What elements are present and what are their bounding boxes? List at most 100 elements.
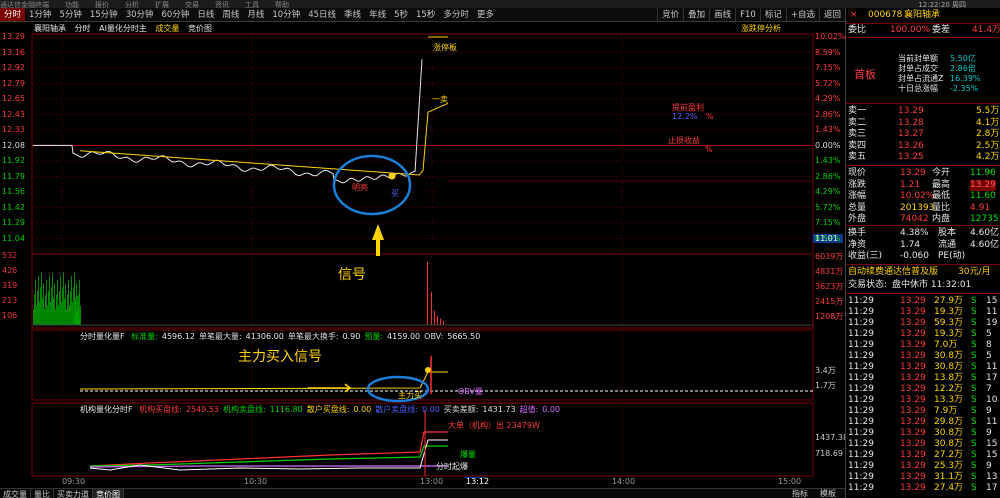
bottom-right-button[interactable]: 指标 — [792, 488, 808, 498]
volume-bar — [74, 317, 75, 325]
explode-mark: 爆量 — [460, 450, 476, 459]
bottom-indicator-tabs: 成交量 量比 买卖力道 竞价图 — [0, 488, 845, 498]
tick-time: 11:29 — [848, 329, 874, 339]
tick-count: 17 — [986, 373, 998, 383]
buy-mark: 买 — [391, 189, 399, 198]
wei-cha-label: 委差 — [932, 25, 951, 35]
tick-volume: 19.3万 — [934, 329, 964, 339]
time-tick: 13:00 — [420, 477, 444, 486]
volume-bar — [63, 272, 64, 325]
tick-volume: 13.8万 — [934, 373, 964, 383]
volume-bar — [80, 305, 81, 325]
tick-price: 13.29 — [900, 351, 926, 361]
price-tick-left: 11.92 — [2, 156, 25, 165]
volume-tick-left: 106 — [2, 311, 18, 320]
panel2-dot — [425, 367, 431, 373]
panel2-field-label: OBV: — [424, 332, 444, 341]
pct-tick-right: 4.29% — [815, 94, 841, 103]
price-tick-left: 12.79 — [2, 78, 25, 88]
stat-row: 涨幅 10.02% 最低 11.60 — [846, 191, 1000, 202]
price-tick-left: 13.16 — [2, 47, 25, 57]
limit-board-mark: 涨停板 — [433, 43, 457, 52]
tick-row: 11:29 13.29 13.3万 S 10 — [846, 395, 1000, 406]
volume-tick-right: 3623万 — [815, 282, 844, 291]
sell-row[interactable]: 卖三 13.27 2.8万 — [846, 129, 1000, 140]
tick-time: 11:29 — [848, 373, 874, 383]
price-line — [33, 59, 423, 184]
bottom-tab[interactable]: 成交量 — [0, 489, 31, 498]
panel3-field-value: 2549.53 — [185, 405, 219, 414]
volume-bar — [434, 310, 435, 325]
sell-volume: 4.1万 — [976, 117, 1000, 128]
quote-stock-name: 襄阳轴承 — [904, 10, 941, 20]
tick-time: 11:29 — [848, 351, 874, 361]
tick-price: 13.29 — [900, 417, 926, 427]
panel3-field-label: 买卖差额: — [443, 405, 479, 414]
tick-price: 13.29 — [900, 428, 926, 438]
price-tick-left: 11.42 — [2, 202, 25, 212]
tick-direction: S — [971, 351, 977, 361]
tick-count: 10 — [986, 395, 998, 405]
ad-text[interactable]: 自动续费通达信普及版 — [848, 267, 938, 278]
price-cursor-value: 11.01 — [815, 234, 838, 243]
sell-row[interactable]: 卖二 13.28 4.1万 — [846, 118, 1000, 129]
seal-info-label: 十日总涨幅 — [898, 84, 938, 93]
tick-price: 13.29 — [900, 362, 926, 372]
sell-volume: 5.5万 — [976, 106, 1000, 116]
tick-price: 13.29 — [900, 340, 926, 350]
tick-time: 11:29 — [848, 461, 874, 471]
seal-info-row: 十日总涨幅 -2.35% — [846, 83, 1000, 94]
price-tick-left: 12.92 — [2, 63, 25, 72]
panel2-field-label: 标准量: — [131, 332, 158, 341]
bottom-tab[interactable]: 买卖力道 — [54, 489, 93, 498]
volume-bar — [79, 317, 80, 325]
volume-tick-right: 4831万 — [815, 267, 844, 276]
tick-time: 11:29 — [848, 450, 874, 460]
stat-label: 涨幅 — [848, 191, 867, 201]
tick-time: 11:29 — [848, 296, 874, 306]
tick-row: 11:29 13.29 7.0万 S 8 — [846, 340, 1000, 351]
pct-tick-right: 4.29% — [815, 187, 841, 196]
tick-row: 11:29 13.29 29.8万 S 11 — [846, 417, 1000, 428]
sell-row[interactable]: 卖四 13.26 2.5万 — [846, 141, 1000, 152]
tick-direction: S — [971, 483, 977, 493]
tick-row: 11:29 13.29 30.8万 S 9 — [846, 428, 1000, 439]
signal-annotation: 信号 — [338, 267, 366, 283]
volume-tick-left: 213 — [2, 296, 18, 305]
sell-price: 13.29 — [898, 106, 924, 116]
close-x-icon[interactable]: × — [850, 10, 858, 21]
break-mark: 分时起爆 — [436, 462, 468, 471]
panel3-title[interactable]: 机构量化分时F — [80, 405, 133, 414]
panel2-title[interactable]: 分时量化量F — [80, 332, 125, 341]
volume-bar — [41, 272, 42, 325]
time-tick: 10:30 — [244, 477, 268, 486]
volume-bar — [73, 287, 74, 325]
ad-banner[interactable]: 自动续费通达信普及版 30元/月 — [846, 267, 1000, 278]
price-tick-left: 12.08 — [2, 140, 25, 150]
panel3-field-label: 散户买盘线: — [306, 405, 350, 414]
stat-label: 最高 — [932, 179, 951, 190]
volume-bar — [38, 276, 39, 325]
volume-bar — [44, 309, 45, 325]
tick-volume: 19.3万 — [934, 307, 964, 317]
system-clock: 12:22:20 周四 — [918, 1, 966, 8]
bottom-tab[interactable]: 量比 — [31, 489, 54, 498]
sell-price: 13.27 — [898, 129, 924, 139]
tick-price: 13.29 — [900, 439, 926, 449]
tick-volume: 31.1万 — [934, 472, 964, 482]
tick-volume: 59.3万 — [934, 318, 964, 328]
bottom-right-button[interactable]: 模板 — [820, 488, 836, 498]
bottom-tab[interactable]: 竞价图 — [93, 489, 124, 498]
share-stat-row: 净资 1.74 流通 4.60亿 — [846, 240, 1000, 251]
tick-time: 11:29 — [848, 406, 874, 416]
volume-bar — [61, 301, 62, 325]
tick-direction: S — [971, 307, 977, 317]
stat-label: 今开 — [932, 168, 951, 178]
price-tick-left: 11.04 — [2, 233, 25, 243]
stat-value: 201393 — [900, 202, 935, 213]
sell-row[interactable]: 卖一 13.29 5.5万 — [846, 106, 1000, 117]
stat-label: 外盘 — [848, 214, 867, 224]
tick-row: 11:29 13.29 30.8万 S 11 — [846, 362, 1000, 373]
sell-row[interactable]: 卖五 13.25 4.2万 — [846, 152, 1000, 163]
volume-bar — [53, 298, 54, 325]
